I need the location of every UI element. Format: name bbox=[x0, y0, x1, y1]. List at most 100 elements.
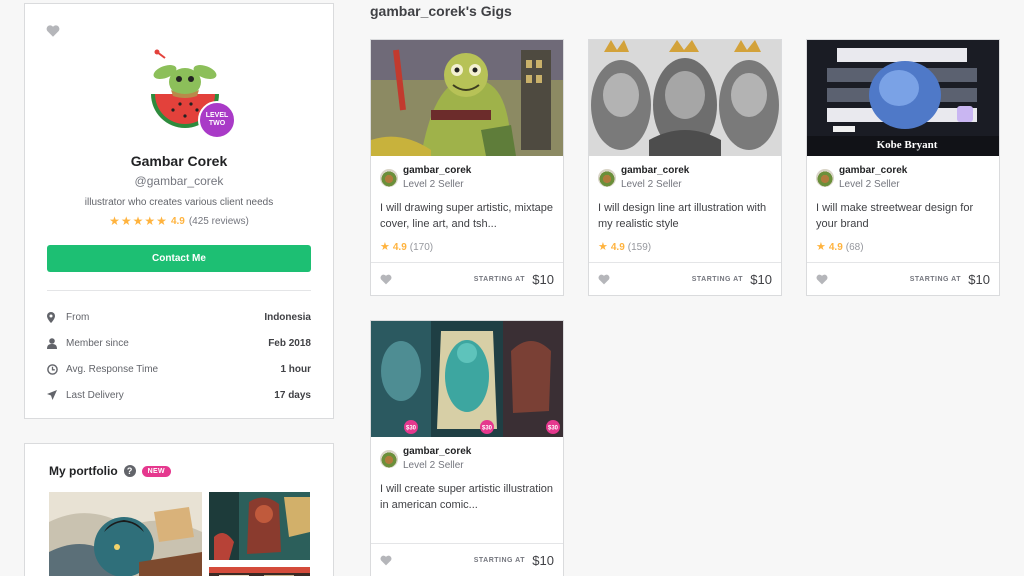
star-icon: ★ bbox=[380, 241, 390, 253]
gig-seller: gambar_corek Level 2 Seller bbox=[598, 164, 689, 192]
reviews-count[interactable]: (425 reviews) bbox=[189, 216, 249, 227]
portfolio-thumbnail[interactable] bbox=[209, 492, 310, 560]
gig-card[interactable]: gambar_corek Level 2 Seller I will drawi… bbox=[370, 39, 564, 296]
portfolio-title: My portfolio bbox=[49, 464, 118, 478]
gig-rating-score: 4.9 bbox=[828, 241, 843, 253]
seller-avatar[interactable] bbox=[598, 169, 616, 187]
stat-value: Indonesia bbox=[264, 311, 311, 323]
gig-rating-count: (170) bbox=[409, 241, 434, 253]
gig-card[interactable]: $30 $30 $30 gambar_corek Level 2 Seller … bbox=[370, 320, 564, 576]
gig-rating: ★ 4.9 (159) bbox=[598, 241, 651, 253]
heart-icon[interactable] bbox=[380, 274, 392, 285]
gig-rating-count: (68) bbox=[845, 241, 864, 253]
seller-avatar[interactable] bbox=[380, 169, 398, 187]
gig-seller-level: Level 2 Seller bbox=[403, 460, 464, 471]
seller-avatar[interactable] bbox=[816, 169, 834, 187]
star-icon: ★ bbox=[598, 241, 608, 253]
heart-icon[interactable] bbox=[380, 555, 392, 566]
stat-member-since: Member since Feb 2018 bbox=[47, 330, 311, 356]
gig-seller-name[interactable]: gambar_corek bbox=[403, 164, 471, 178]
star-icon: ★ bbox=[120, 214, 132, 228]
seller-rating: ★ ★ ★ ★ ★ 4.9 (425 reviews) bbox=[25, 215, 333, 227]
gig-title[interactable]: I will make streetwear design for your b… bbox=[816, 200, 992, 232]
gig-seller-name[interactable]: gambar_corek bbox=[621, 164, 689, 178]
seller-name[interactable]: Gambar Corek bbox=[25, 153, 333, 169]
gig-seller: gambar_corek Level 2 Seller bbox=[380, 445, 471, 473]
price-tag-text: $30 bbox=[548, 426, 559, 432]
gig-footer: STARTING AT $10 bbox=[371, 262, 563, 296]
stat-label: Avg. Response Time bbox=[66, 363, 159, 375]
star-icon: ★ bbox=[144, 214, 156, 228]
stat-response-time: Avg. Response Time 1 hour bbox=[47, 356, 311, 382]
starting-at-label: STARTING AT bbox=[473, 557, 525, 564]
new-badge: NEW bbox=[141, 465, 171, 477]
portfolio-thumbnail[interactable] bbox=[49, 492, 202, 576]
gig-price[interactable]: $10 bbox=[532, 553, 554, 568]
stat-value: 17 days bbox=[274, 389, 311, 401]
star-icon: ★ bbox=[816, 241, 826, 253]
paper-plane-icon bbox=[47, 389, 61, 401]
gig-thumbnail[interactable] bbox=[589, 40, 781, 156]
seller-avatar[interactable] bbox=[380, 450, 398, 468]
stat-value: 1 hour bbox=[280, 363, 311, 375]
gig-card[interactable]: gambar_corek Level 2 Seller I will desig… bbox=[588, 39, 782, 296]
seller-description: illustrator who creates various client n… bbox=[84, 197, 274, 208]
stat-label: From bbox=[66, 311, 90, 323]
location-pin-icon bbox=[47, 311, 61, 323]
clock-icon bbox=[47, 363, 61, 375]
starting-at-label: STARTING AT bbox=[691, 276, 743, 283]
price-tag-text: $30 bbox=[406, 426, 417, 432]
portfolio-thumbnail[interactable] bbox=[209, 567, 310, 576]
gig-price[interactable]: $10 bbox=[750, 272, 772, 287]
gig-rating-score: 4.9 bbox=[392, 241, 407, 253]
gig-seller-name[interactable]: gambar_corek bbox=[839, 164, 907, 178]
level-badge-line-1: LEVEL bbox=[205, 112, 229, 119]
gig-thumbnail[interactable]: $30 $30 $30 bbox=[371, 321, 563, 437]
price-tag-text: $30 bbox=[482, 426, 493, 432]
starting-at-label: STARTING AT bbox=[473, 276, 525, 283]
heart-icon[interactable] bbox=[46, 24, 60, 38]
gig-price[interactable]: $10 bbox=[532, 272, 554, 287]
gig-seller: gambar_corek Level 2 Seller bbox=[816, 164, 907, 192]
heart-icon[interactable] bbox=[598, 274, 610, 285]
gig-footer: STARTING AT $10 bbox=[589, 262, 781, 296]
stat-value: Feb 2018 bbox=[268, 337, 311, 349]
gig-card[interactable]: Kobe Bryant gambar_corek Level 2 Seller … bbox=[806, 39, 1000, 296]
stat-label: Last Delivery bbox=[66, 389, 124, 401]
user-icon bbox=[47, 337, 61, 349]
stat-from: From Indonesia bbox=[47, 304, 311, 330]
help-icon[interactable]: ? bbox=[123, 465, 136, 477]
star-icon: ★ bbox=[109, 214, 120, 228]
heart-icon[interactable] bbox=[816, 274, 828, 285]
divider bbox=[47, 290, 311, 291]
rating-score: 4.9 bbox=[170, 215, 185, 227]
stat-label: Member since bbox=[66, 337, 129, 349]
thumbnail-banner-text: Kobe Bryant bbox=[877, 139, 938, 151]
starting-at-label: STARTING AT bbox=[909, 276, 961, 283]
gig-title[interactable]: I will drawing super artistic, mixtape c… bbox=[380, 200, 556, 232]
gig-footer: STARTING AT $10 bbox=[371, 543, 563, 576]
level-two-badge: LEVEL TWO bbox=[198, 101, 236, 139]
level-badge-line-2: TWO bbox=[208, 120, 226, 127]
gig-thumbnail[interactable] bbox=[371, 40, 563, 156]
gig-footer: STARTING AT $10 bbox=[807, 262, 999, 296]
seller-profile-card: LEVEL TWO Gambar Corek @gambar_corek ill… bbox=[24, 3, 334, 419]
gig-seller-level: Level 2 Seller bbox=[403, 179, 464, 190]
portfolio-header: My portfolio ? NEW bbox=[49, 464, 171, 478]
gig-seller-name[interactable]: gambar_corek bbox=[403, 445, 471, 459]
gig-rating-count: (159) bbox=[627, 241, 652, 253]
gig-rating: ★ 4.9 (170) bbox=[380, 241, 433, 253]
contact-me-button[interactable]: Contact Me bbox=[47, 245, 311, 272]
gig-title[interactable]: I will design line art illustration with… bbox=[598, 200, 774, 232]
gigs-section-title: gambar_corek's Gigs bbox=[370, 3, 512, 19]
seller-stats: From Indonesia Member since Feb 2018 Avg… bbox=[47, 304, 311, 408]
gig-rating: ★ 4.9 (68) bbox=[816, 241, 864, 253]
star-icon: ★ bbox=[156, 214, 167, 228]
gig-title[interactable]: I will create super artistic illustratio… bbox=[380, 481, 556, 513]
gig-thumbnail[interactable]: Kobe Bryant bbox=[807, 40, 999, 156]
gig-seller-level: Level 2 Seller bbox=[621, 179, 682, 190]
stat-last-delivery: Last Delivery 17 days bbox=[47, 382, 311, 408]
gig-price[interactable]: $10 bbox=[968, 272, 990, 287]
gig-seller: gambar_corek Level 2 Seller bbox=[380, 164, 471, 192]
gig-seller-level: Level 2 Seller bbox=[839, 179, 900, 190]
